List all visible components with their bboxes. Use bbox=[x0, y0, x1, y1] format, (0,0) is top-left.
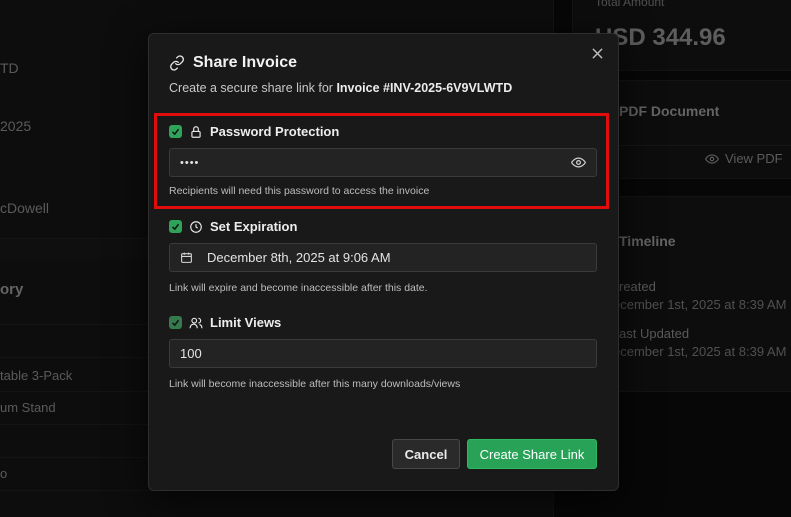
check-icon bbox=[171, 128, 180, 136]
password-value: •••• bbox=[180, 156, 200, 169]
calendar-icon bbox=[181, 252, 192, 263]
lock-icon bbox=[191, 125, 201, 138]
subtitle-text: Create a secure share link for bbox=[169, 81, 337, 95]
limit-views-option: Limit Views bbox=[169, 315, 281, 330]
limit-views-checkbox[interactable] bbox=[169, 316, 182, 329]
expiration-help-text: Link will expire and become inaccessible… bbox=[169, 282, 428, 294]
expiration-date-value: December 8th, 2025 at 9:06 AM bbox=[207, 250, 391, 265]
link-icon bbox=[170, 55, 184, 71]
password-input[interactable]: •••• bbox=[169, 148, 597, 177]
password-protection-checkbox[interactable] bbox=[169, 125, 182, 138]
check-icon bbox=[171, 223, 180, 231]
view-limit-help-text: Link will become inaccessible after this… bbox=[169, 378, 461, 390]
check-icon bbox=[171, 319, 180, 327]
set-expiration-label: Set Expiration bbox=[210, 219, 298, 234]
eye-icon[interactable] bbox=[571, 155, 586, 170]
dialog-title: Share Invoice bbox=[169, 54, 297, 72]
limit-views-label: Limit Views bbox=[210, 315, 282, 330]
password-protection-option: Password Protection bbox=[169, 124, 339, 139]
close-icon bbox=[591, 48, 603, 59]
invoice-number: Invoice #INV-2025-6V9VLWTD bbox=[336, 81, 513, 95]
password-help-text: Recipients will need this password to ac… bbox=[169, 185, 430, 197]
share-invoice-dialog: Share Invoice Create a secure share link… bbox=[148, 33, 619, 491]
view-limit-value: 100 bbox=[180, 346, 202, 361]
clock-icon bbox=[190, 220, 202, 233]
set-expiration-option: Set Expiration bbox=[169, 219, 297, 234]
password-protection-label: Password Protection bbox=[210, 124, 340, 139]
cancel-button[interactable]: Cancel bbox=[392, 439, 460, 469]
users-icon bbox=[189, 317, 203, 328]
dialog-subtitle: Create a secure share link for Invoice #… bbox=[169, 81, 512, 95]
set-expiration-checkbox[interactable] bbox=[169, 220, 182, 233]
expiration-date-picker[interactable]: December 8th, 2025 at 9:06 AM bbox=[169, 243, 597, 272]
view-limit-input[interactable]: 100 bbox=[169, 339, 597, 368]
dialog-title-text: Share Invoice bbox=[193, 54, 298, 71]
close-button[interactable] bbox=[588, 46, 606, 64]
create-share-link-button[interactable]: Create Share Link bbox=[467, 439, 597, 469]
